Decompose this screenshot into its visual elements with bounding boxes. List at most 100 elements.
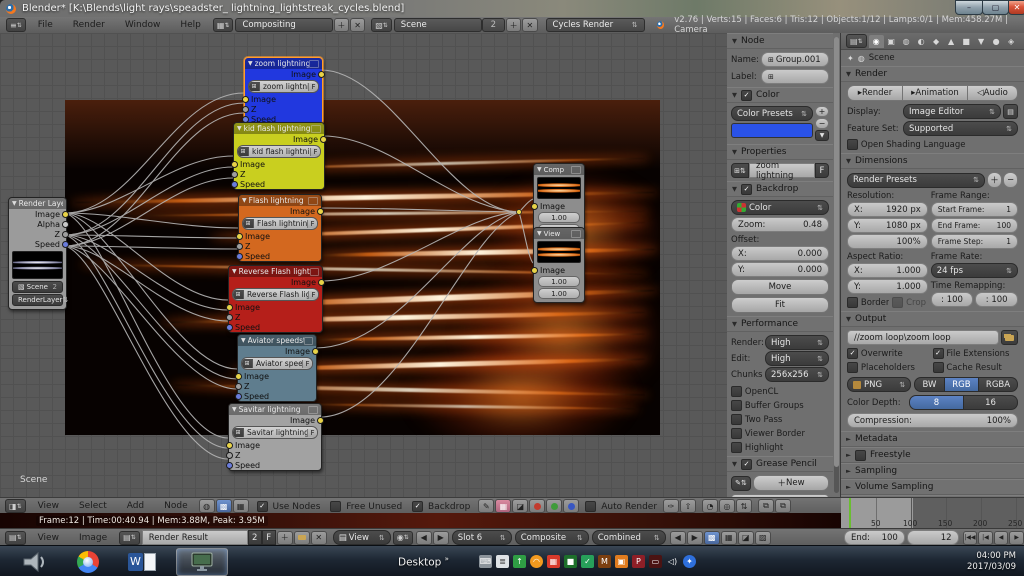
buffer-groups-checkbox[interactable]	[731, 400, 742, 411]
output-speed[interactable]: Speed	[9, 239, 66, 249]
panel-output[interactable]: ▼Output	[841, 311, 1024, 327]
desktop-toolbar-label[interactable]: Desktop »	[398, 555, 449, 569]
socket-speed[interactable]	[226, 324, 233, 331]
node-header[interactable]: ▼View	[534, 228, 584, 239]
output-image[interactable]: Image	[229, 277, 322, 287]
input-image[interactable]: Image	[534, 265, 584, 275]
pin-button[interactable]: ◉ ⇅	[393, 531, 413, 545]
scrollbar[interactable]	[834, 37, 839, 493]
node-group-flash-lightning[interactable]: ▼Flash lightning Image ⊞Flash lightningF…	[238, 194, 322, 262]
close-button[interactable]: ✕	[1008, 0, 1024, 15]
spiral-icon[interactable]: ◎	[719, 499, 735, 513]
new-image-button[interactable]: ＋	[277, 531, 293, 545]
group-name-field[interactable]: ⊞zoom lightningF	[248, 80, 319, 93]
menu-view[interactable]: View	[28, 533, 69, 543]
file-extensions-checkbox[interactable]: ✓	[933, 348, 944, 359]
output-image[interactable]: Image	[238, 346, 316, 356]
backdrop-fit-button[interactable]: Fit	[731, 297, 829, 313]
socket-speed[interactable]	[226, 462, 233, 469]
pass-select[interactable]: Composite⇅	[515, 530, 589, 545]
node-group-zoom-lightning[interactable]: ▼zoom lightning Image ⊞zoom lightningF I…	[244, 57, 323, 125]
add-layout-button[interactable]: ＋	[334, 18, 349, 32]
texture-nodes-icon[interactable]: ▦	[233, 499, 249, 513]
menu-help[interactable]: Help	[170, 20, 211, 30]
scene-select[interactable]: Scene	[394, 18, 482, 32]
pin-icon[interactable]: ✦	[847, 54, 854, 63]
socket-speed[interactable]	[231, 181, 238, 188]
layer-select[interactable]: Combined⇅	[592, 530, 666, 545]
open-image-button[interactable]	[294, 531, 310, 545]
proxy-icon[interactable]: ⇅	[736, 499, 752, 513]
node-render-layers[interactable]: ▼Render Layers Image Alpha Z Speed ▧ Sce…	[8, 197, 67, 310]
panel-backdrop[interactable]: ▼✓Backdrop	[727, 181, 833, 197]
maximize-button[interactable]: ▢	[982, 0, 1009, 15]
image-datablock-name[interactable]: Render Result	[142, 530, 248, 545]
input-speed[interactable]: Speed	[229, 322, 322, 332]
tray-orange-box-icon[interactable]: ▣	[615, 555, 628, 568]
image-browse-button[interactable]: ▤ ⇅	[119, 531, 140, 545]
socket-z[interactable]	[231, 171, 238, 178]
copy-icon[interactable]: ⧉	[758, 499, 774, 513]
socket-image[interactable]	[226, 442, 233, 449]
socket-image[interactable]	[235, 373, 242, 380]
free-unused-checkbox[interactable]	[330, 501, 341, 512]
panel-metadata[interactable]: ►Metadata	[841, 431, 1024, 447]
socket-image[interactable]	[531, 267, 538, 274]
socket-image[interactable]	[318, 279, 325, 286]
view-mode-select[interactable]: ▤ View⇅	[333, 530, 391, 545]
fake-user-button[interactable]: F	[307, 220, 317, 228]
tray-volume-icon[interactable]: ◁)	[666, 555, 679, 568]
fake-user-button[interactable]: F	[308, 83, 318, 91]
slot-select[interactable]: Slot 6⇅	[452, 530, 512, 545]
input-speed[interactable]: Speed	[238, 391, 316, 401]
animation-button[interactable]: ▸ Animation	[903, 85, 968, 101]
scene-icon[interactable]: ▧ ⇅	[371, 18, 392, 32]
socket-speed[interactable]	[235, 393, 242, 400]
output-z[interactable]: Z	[9, 229, 66, 239]
node-header[interactable]: ▼Render Layers	[9, 198, 66, 209]
node-viewer[interactable]: ▼View Image 1.00 1.00	[533, 227, 585, 303]
socket-image[interactable]	[236, 233, 243, 240]
active-nodetree-name[interactable]: zoom lightning	[749, 163, 815, 178]
image-user-count[interactable]: 2	[248, 530, 262, 545]
menu-file[interactable]: File	[28, 20, 63, 30]
input-image[interactable]: Image	[245, 94, 322, 104]
socket-image[interactable]	[317, 208, 324, 215]
current-frame-field[interactable]: 12	[907, 530, 959, 545]
tab-render-layers[interactable]: ▣	[884, 35, 899, 48]
group-name-field[interactable]: ⊞Reverse Flash lightningF	[232, 288, 319, 301]
node-color-swatch[interactable]	[731, 123, 813, 138]
jump-to-start-button[interactable]: |◀◀	[963, 531, 978, 545]
node-header[interactable]: ▼zoom lightning	[245, 58, 322, 69]
crop-checkbox[interactable]	[892, 297, 903, 308]
input-z[interactable]: Z	[229, 312, 322, 322]
panel-render[interactable]: ▼Render	[841, 66, 1024, 82]
socket-z[interactable]	[226, 452, 233, 459]
tray-keyboard-icon[interactable]: ⌨	[479, 555, 492, 568]
osl-checkbox[interactable]	[847, 139, 858, 150]
end-frame-field[interactable]: End:100	[844, 530, 905, 545]
checker-icon[interactable]: ▦	[721, 531, 737, 545]
ghost-icon[interactable]: ◔	[702, 499, 718, 513]
color-presets-select[interactable]: Color Presets⇅	[731, 106, 813, 121]
draw-channels-icon[interactable]: ▩	[704, 531, 720, 545]
backdrop-zoom-field[interactable]: Zoom:0.48	[731, 217, 829, 232]
gradient-icon[interactable]: ◪	[738, 531, 754, 545]
blender-taskbar-icon[interactable]	[176, 548, 228, 576]
tab-texture[interactable]: ◈	[1004, 35, 1019, 48]
aspect-y-field[interactable]: Y:1.000	[847, 279, 928, 294]
speaker-app-icon[interactable]	[14, 549, 54, 575]
file-format-select[interactable]: PNG⇅	[847, 377, 911, 392]
input-image[interactable]: Image	[239, 231, 321, 241]
tab-object[interactable]: ◆	[929, 35, 944, 48]
node-group-aviator-speedster[interactable]: ▼Aviator speedster Image ⊞Aviator speeds…	[237, 334, 317, 402]
input-image[interactable]: Image	[229, 302, 322, 312]
prev-slot-arrow[interactable]: ◀	[416, 531, 432, 545]
delete-layout-button[interactable]: ✕	[350, 18, 365, 32]
fake-user-button[interactable]: F	[815, 163, 829, 178]
rgba-button[interactable]: RGBA	[979, 377, 1018, 392]
viewer-border-checkbox[interactable]	[731, 428, 742, 439]
node-header[interactable]: ▼Flash lightning	[239, 195, 321, 206]
depth-8-button[interactable]: 8	[909, 395, 964, 410]
output-alpha[interactable]: Alpha	[9, 219, 66, 229]
